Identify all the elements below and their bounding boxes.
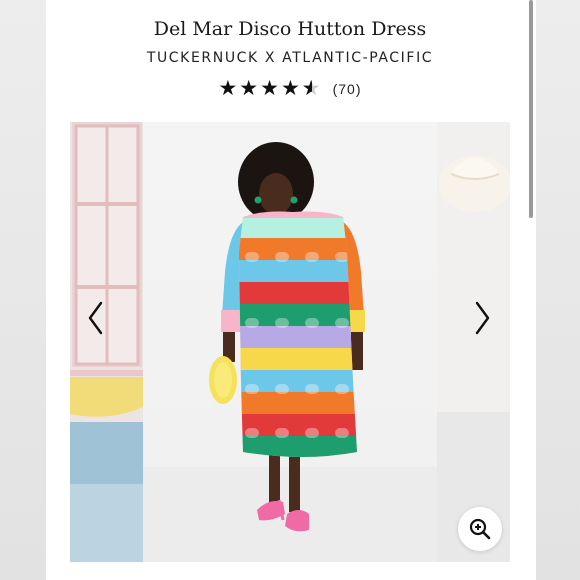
gallery-slide-main[interactable] [143, 122, 437, 562]
star-icon: ★ [218, 77, 238, 100]
half-star-icon: ★ ★ [301, 77, 321, 100]
zoom-button[interactable] [458, 507, 502, 551]
hat-scene-image [437, 122, 510, 562]
product-rating[interactable]: ★ ★ ★ ★ ★ ★ (70) [0, 78, 580, 99]
chevron-right-icon [475, 301, 490, 335]
chevron-left-icon [88, 301, 103, 335]
zoom-in-icon [469, 518, 491, 540]
product-brand[interactable]: TUCKERNUCK X ATLANTIC-PACIFIC [0, 50, 580, 66]
star-icon: ★ [280, 77, 300, 100]
product-image-gallery[interactable] [70, 122, 510, 562]
previous-image-button[interactable] [86, 300, 106, 336]
review-count[interactable]: (70) [333, 81, 362, 97]
star-icon: ★ [260, 77, 279, 100]
next-image-button[interactable] [472, 300, 492, 336]
gallery-slide-previous[interactable] [70, 122, 143, 562]
window-scene-image [70, 122, 143, 562]
star-icon: ★ [239, 77, 259, 100]
product-title: Del Mar Disco Hutton Dress [153, 18, 427, 40]
model-in-dress-photo [143, 142, 437, 562]
gallery-slide-next[interactable] [437, 122, 510, 562]
